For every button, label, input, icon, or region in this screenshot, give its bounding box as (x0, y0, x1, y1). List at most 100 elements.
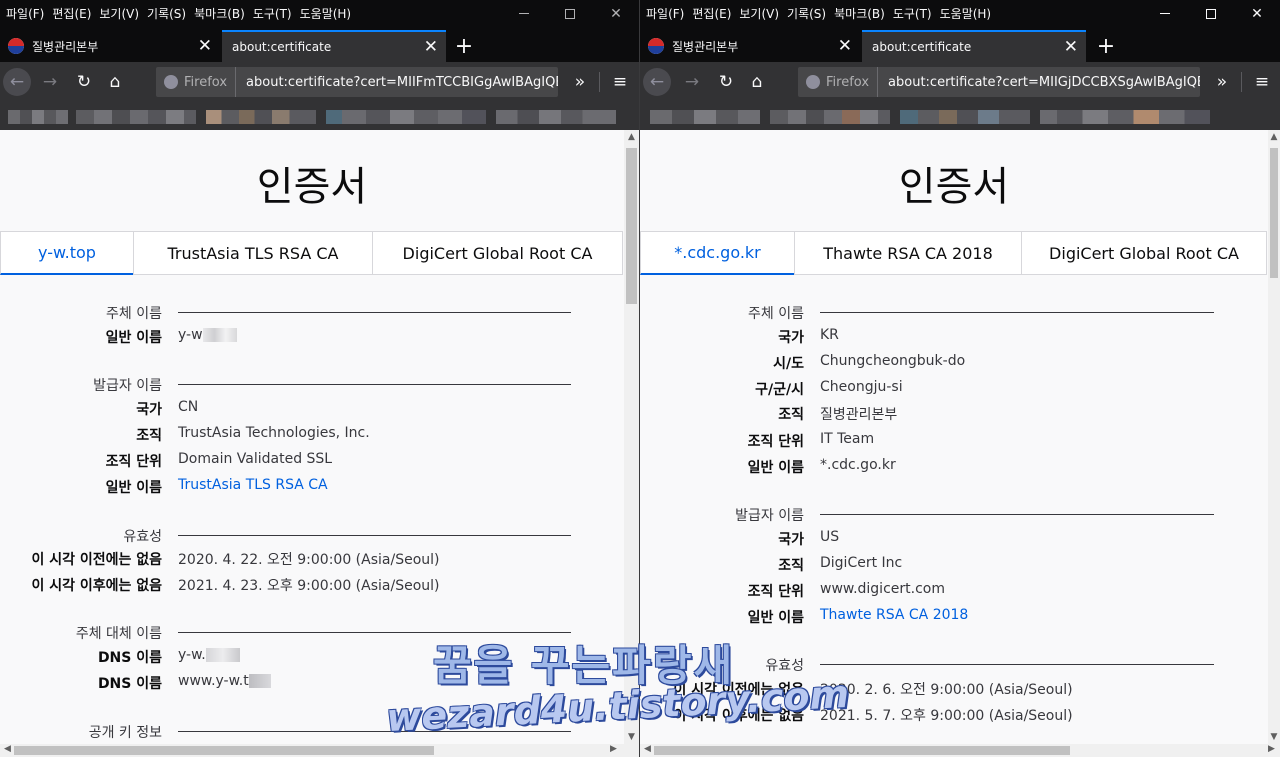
tab-title: 질병관리본부 (32, 39, 99, 54)
new-tab-button[interactable]: + (448, 30, 480, 62)
menu-bookmarks[interactable]: 북마크(B) (190, 5, 249, 22)
cert-tab-intermediate[interactable]: TrustAsia TLS RSA CA (133, 231, 373, 275)
scroll-left-icon[interactable]: ◀ (644, 744, 651, 754)
field-label: 조직 (136, 428, 162, 444)
tab-title: 질병관리본부 (672, 39, 739, 54)
overflow-button[interactable]: » (1208, 68, 1236, 96)
nav-bar: ← → ↻ ⌂ Firefox about:certificate?cert=M… (640, 62, 1280, 102)
field-value: y-w (178, 327, 237, 343)
cert-tab-leaf[interactable]: y-w.top (0, 231, 134, 275)
horizontal-scrollbar[interactable]: ◀ ▶ (640, 744, 1280, 757)
identity-box[interactable]: Firefox (156, 67, 237, 97)
back-button[interactable]: ← (643, 68, 671, 96)
url-text[interactable]: about:certificate?cert=MIIGjDCCBXSgAwIBA… (878, 75, 1200, 90)
tab-cdc[interactable]: 질병관리본부 ✕ (640, 30, 860, 62)
close-tab-icon[interactable]: ✕ (424, 37, 438, 57)
horizontal-scrollbar[interactable]: ◀ ▶ (0, 744, 639, 757)
menu-bookmarks[interactable]: 북마크(B) (830, 5, 889, 22)
identity-box[interactable]: Firefox (798, 67, 879, 97)
back-button[interactable]: ← (3, 68, 31, 96)
tab-about-certificate[interactable]: about:certificate ✕ (222, 30, 446, 62)
maximize-button[interactable] (547, 0, 593, 27)
menu-help[interactable]: 도움말(H) (936, 5, 996, 22)
menu-help[interactable]: 도움말(H) (296, 5, 356, 22)
cert-tab-leaf[interactable]: *.cdc.go.kr (640, 231, 795, 275)
maximize-icon (565, 8, 575, 19)
scroll-down-icon[interactable]: ▼ (624, 732, 639, 742)
pixelated-bookmarks (206, 110, 316, 124)
menu-file[interactable]: 파일(F) (2, 5, 48, 22)
maximize-icon (1206, 8, 1216, 19)
scrollbar-thumb[interactable] (14, 746, 434, 755)
menu-edit[interactable]: 편집(E) (48, 5, 95, 22)
scroll-right-icon[interactable]: ▶ (1268, 744, 1275, 754)
identity-label: Firefox (184, 74, 228, 90)
close-tab-icon[interactable]: ✕ (838, 36, 852, 56)
taegeuk-favicon-icon (8, 38, 24, 54)
scroll-left-icon[interactable]: ◀ (4, 744, 11, 754)
issuer-link[interactable]: Thawte RSA CA 2018 (820, 607, 968, 623)
field-value: Cheongju-si (820, 379, 903, 395)
scroll-up-icon[interactable]: ▲ (624, 132, 639, 142)
close-window-button[interactable]: ✕ (1234, 0, 1280, 27)
url-text[interactable]: about:certificate?cert=MIIFmTCCBIGgAwIBA… (236, 75, 558, 90)
scrollbar-thumb[interactable] (626, 148, 637, 304)
forward-button[interactable]: → (36, 68, 64, 96)
app-menu-button[interactable]: ≡ (606, 68, 634, 96)
issuer-link[interactable]: TrustAsia TLS RSA CA (178, 477, 328, 493)
menu-tools[interactable]: 도구(T) (889, 5, 936, 22)
menu-view[interactable]: 보기(V) (95, 5, 143, 22)
menu-history[interactable]: 기록(S) (143, 5, 190, 22)
close-tab-icon[interactable]: ✕ (198, 36, 212, 56)
cert-tab-intermediate[interactable]: Thawte RSA CA 2018 (794, 231, 1022, 275)
overflow-button[interactable]: » (566, 68, 594, 96)
arrow-left-icon: ← (649, 72, 665, 92)
certificate-tabs: *.cdc.go.kr Thawte RSA CA 2018 DigiCert … (640, 231, 1267, 275)
menu-edit[interactable]: 편집(E) (688, 5, 735, 22)
menu-file[interactable]: 파일(F) (642, 5, 688, 22)
field-value: CN (178, 399, 199, 415)
scrollbar-thumb[interactable] (654, 746, 1070, 755)
maximize-button[interactable] (1188, 0, 1234, 27)
cert-tab-root[interactable]: DigiCert Global Root CA (1021, 231, 1267, 275)
cert-tab-root[interactable]: DigiCert Global Root CA (372, 231, 623, 275)
field-label: DNS 이름 (97, 676, 162, 692)
menu-history[interactable]: 기록(S) (783, 5, 830, 22)
section-pubkey-title: 공개 키 정보 (88, 725, 162, 741)
menu-tools[interactable]: 도구(T) (249, 5, 296, 22)
reload-button[interactable]: ↻ (712, 68, 740, 96)
tab-cdc[interactable]: 질병관리본부 ✕ (0, 30, 220, 62)
forward-button[interactable]: → (678, 68, 706, 96)
url-bar[interactable]: Firefox about:certificate?cert=MIIGjDCCB… (798, 67, 1200, 97)
close-window-button[interactable]: ✕ (593, 0, 639, 27)
toolbar-separator (1241, 72, 1242, 92)
scrollbar-thumb[interactable] (1270, 148, 1278, 278)
field-value: 질병관리본부 (820, 407, 898, 423)
new-tab-button[interactable]: + (1090, 30, 1122, 62)
home-button[interactable]: ⌂ (101, 68, 129, 96)
field-value: 2020. 2. 6. 오전 9:00:00 (Asia/Seoul) (820, 682, 1073, 698)
scroll-right-icon[interactable]: ▶ (610, 744, 617, 754)
taegeuk-favicon-icon (648, 38, 664, 54)
menu-view[interactable]: 보기(V) (735, 5, 783, 22)
scroll-down-icon[interactable]: ▼ (1268, 732, 1280, 742)
reload-icon: ↻ (718, 72, 734, 92)
section-subject-title: 주체 이름 (748, 306, 804, 322)
vertical-scrollbar[interactable]: ▲ ▼ (1268, 130, 1280, 744)
tab-title: about:certificate (232, 40, 332, 54)
field-value: US (820, 529, 840, 545)
app-menu-button[interactable]: ≡ (1248, 68, 1276, 96)
close-tab-icon[interactable]: ✕ (1064, 37, 1078, 57)
tab-about-certificate[interactable]: about:certificate ✕ (862, 30, 1086, 62)
minimize-button[interactable] (1142, 0, 1188, 27)
tab-strip: 질병관리본부 ✕ about:certificate ✕ + (0, 30, 639, 62)
field-label: 시/도 (773, 356, 804, 372)
scroll-up-icon[interactable]: ▲ (1268, 132, 1280, 142)
home-button[interactable]: ⌂ (743, 68, 771, 96)
url-bar[interactable]: Firefox about:certificate?cert=MIIFmTCCB… (156, 67, 558, 97)
bookmarks-toolbar (0, 102, 639, 130)
reload-button[interactable]: ↻ (70, 68, 98, 96)
pixelated-bookmarks (326, 110, 486, 124)
field-value: 2021. 5. 7. 오후 9:00:00 (Asia/Seoul) (820, 708, 1073, 724)
minimize-button[interactable] (501, 0, 547, 27)
